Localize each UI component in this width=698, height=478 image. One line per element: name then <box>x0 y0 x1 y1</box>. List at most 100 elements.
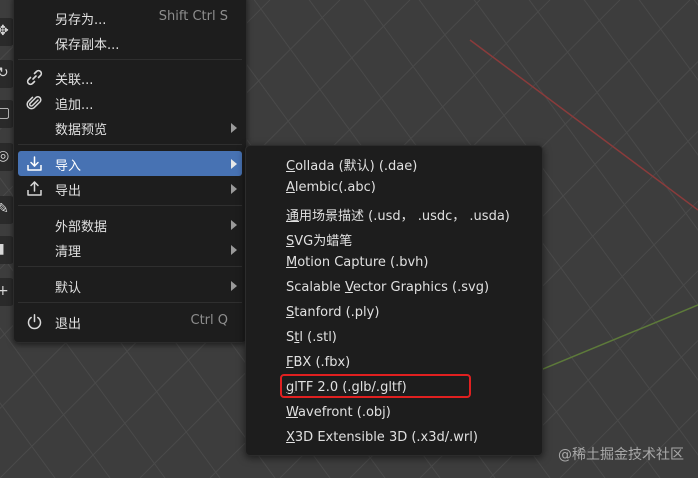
import-item-scalable-vector-graphics[interactable]: Scalable Vector Graphics (.svg) <box>250 276 538 300</box>
label-rest: 3D Extensible 3D (.x3d/.wrl) <box>294 430 478 445</box>
menu-item-external-data[interactable]: 外部数据 <box>18 212 242 237</box>
menu-item-clean-up[interactable]: 清理 <box>18 237 242 262</box>
menu-item-quit[interactable]: 退出 Ctrl Q <box>18 309 242 334</box>
menu-separator <box>18 205 242 206</box>
menu-item-label: 关联... <box>55 73 94 88</box>
menu-item-save-as[interactable]: 另存为... Shift Ctrl S <box>18 5 242 30</box>
import-item-usd[interactable]: 通用场景描述 (.usd， .usdc， .usda) <box>250 201 538 225</box>
ruler-icon: ▮ <box>0 241 5 257</box>
menu-item-label: 外部数据 <box>55 220 108 235</box>
menu-item-append[interactable]: 追加... <box>18 90 242 115</box>
import-item-label: Motion Capture (.bvh) <box>286 255 429 270</box>
menu-item-export[interactable]: 导出 <box>18 176 242 201</box>
label-hotkey-letter: V <box>344 280 353 295</box>
menu-item-label: 数据预览 <box>55 123 108 138</box>
menu-separator <box>18 266 242 267</box>
submenu-arrow-icon <box>231 184 237 194</box>
label-hotkey-letter: C <box>286 159 296 174</box>
import-item-collada[interactable]: Collada (默认) (.dae) <box>250 151 538 175</box>
import-item-label: Collada (默认) (.dae) <box>286 155 417 174</box>
label-hotkey-letter: M <box>286 255 298 270</box>
import-item-wavefront[interactable]: Wavefront (.obj) <box>250 401 538 425</box>
label-rest: l (.stl) <box>299 330 337 345</box>
scale-icon: ▢ <box>0 105 11 121</box>
import-item-label: X3D Extensible 3D (.x3d/.wrl) <box>286 430 478 445</box>
import-item-label: Stanford (.ply) <box>286 305 379 320</box>
label-rest: BX (.fbx) <box>293 355 351 370</box>
label-rest: lembic(.abc) <box>294 180 376 195</box>
label-rest: VG为蜡笔 <box>294 234 353 249</box>
power-icon <box>27 314 42 330</box>
import-item-svg-grease-pencil[interactable]: SVG为蜡笔 <box>250 226 538 250</box>
paperclip-icon <box>26 96 42 110</box>
toolbar-scale-tool[interactable]: ▢ <box>0 100 14 128</box>
toolbar-annotate-tool[interactable]: ✎ <box>0 196 14 224</box>
import-item-label: SVG为蜡笔 <box>286 230 352 249</box>
import-item-stanford[interactable]: Stanford (.ply) <box>250 301 538 325</box>
menu-separator <box>18 302 242 303</box>
menu-item-import[interactable]: 导入 <box>18 151 242 176</box>
label-rest: ector Graphics (.svg) <box>352 280 490 295</box>
menu-item-label: 导出 <box>55 184 82 199</box>
toolbar-rotate-tool[interactable]: ↻ <box>0 60 14 88</box>
toolbar-transform-tool[interactable]: ◎ <box>0 143 14 171</box>
import-item-label: Wavefront (.obj) <box>286 405 391 420</box>
submenu-arrow-icon <box>231 245 237 255</box>
label-rest: avefront (.obj) <box>298 405 391 420</box>
transform-icon: ◎ <box>0 148 10 164</box>
label-hotkey-letter: X <box>286 430 295 445</box>
import-icon <box>27 156 42 171</box>
file-menu: 另存为... Shift Ctrl S 保存副本... 关联... 追加... … <box>13 0 247 343</box>
toolbar-move-tool[interactable]: ✥ <box>0 18 14 46</box>
menu-item-label: 另存为... <box>55 13 107 28</box>
menu-item-shortcut: Shift Ctrl S <box>158 9 228 24</box>
menu-item-save-copy[interactable]: 保存副本... <box>18 30 242 55</box>
menu-item-data-preview[interactable]: 数据预览 <box>18 115 242 140</box>
import-item-label: FBX (.fbx) <box>286 355 350 370</box>
submenu-arrow-icon <box>231 281 237 291</box>
menu-separator <box>18 144 242 145</box>
menu-item-shortcut: Ctrl Q <box>190 313 229 328</box>
import-submenu: Collada (默认) (.dae) Alembic(.abc) 通用场景描述 (… <box>245 145 543 456</box>
menu-item-label: 默认 <box>55 281 82 296</box>
label-prefix: Scalable <box>286 280 345 295</box>
submenu-arrow-icon <box>231 123 237 133</box>
pencil-icon: ✎ <box>0 201 9 217</box>
move-icon: ✥ <box>0 23 9 39</box>
rotate-icon: ↻ <box>0 65 9 81</box>
menu-item-label: 退出 <box>55 317 82 332</box>
label-hotkey-letter: A <box>286 180 295 195</box>
import-item-label: Scalable Vector Graphics (.svg) <box>286 280 489 295</box>
import-item-x3d[interactable]: X3D Extensible 3D (.x3d/.wrl) <box>250 426 538 450</box>
menu-item-label: 追加... <box>55 98 94 113</box>
menu-item-label: 保存副本... <box>55 38 120 53</box>
import-item-alembic[interactable]: Alembic(.abc) <box>250 176 538 200</box>
label-rest: otion Capture (.bvh) <box>297 255 429 270</box>
import-item-stl[interactable]: Stl (.stl) <box>250 326 538 350</box>
import-item-label: 通用场景描述 (.usd， .usdc， .usda) <box>286 205 510 224</box>
menu-item-link[interactable]: 关联... <box>18 65 242 90</box>
import-item-label: Alembic(.abc) <box>286 180 376 195</box>
menu-item-defaults[interactable]: 默认 <box>18 273 242 298</box>
watermark: @稀土掘金技术社区 <box>558 447 684 463</box>
link-icon <box>26 69 43 86</box>
import-item-label: Stl (.stl) <box>286 330 337 345</box>
add-cube-icon: + <box>0 283 9 299</box>
grid-line <box>559 339 698 478</box>
label-rest: ollada (默认) (.dae) <box>295 159 418 174</box>
menu-separator <box>18 59 242 60</box>
menu-item-label: 导入 <box>55 159 82 174</box>
highlight-annotation <box>280 374 471 398</box>
grid-line <box>583 0 698 156</box>
submenu-arrow-icon <box>231 159 237 169</box>
toolbar-add-cube-tool[interactable]: + <box>0 278 14 306</box>
toolbar-measure-tool[interactable]: ▮ <box>0 236 14 264</box>
label-hotkey-letter: W <box>286 405 299 420</box>
import-item-fbx[interactable]: FBX (.fbx) <box>250 351 538 375</box>
submenu-arrow-icon <box>231 220 237 230</box>
menu-item-label: 清理 <box>55 245 82 260</box>
label-rest: tanford (.ply) <box>294 305 380 320</box>
grid-line <box>638 0 698 81</box>
label-hotkey-letter: 通 <box>286 209 300 224</box>
import-item-motion-capture[interactable]: Motion Capture (.bvh) <box>250 251 538 275</box>
